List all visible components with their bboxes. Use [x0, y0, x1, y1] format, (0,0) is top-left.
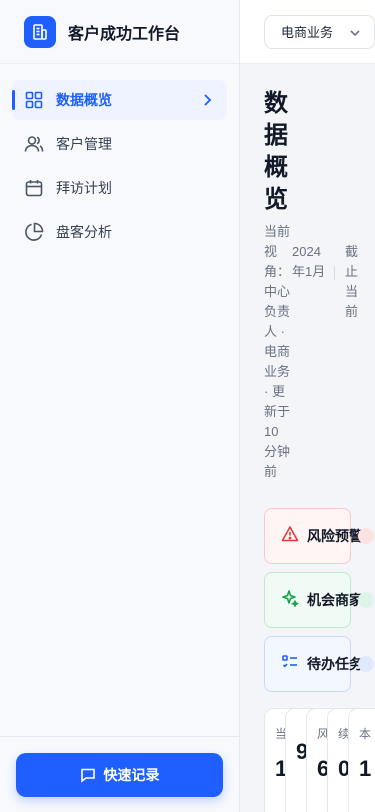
view-context-text: 当前视角：中心负责人 · 电商业务 · 更新于 10 分钟前 — [264, 224, 291, 479]
card-label: 待办任务 — [307, 656, 363, 672]
stat-label: 本 — [359, 727, 372, 741]
sidebar-footer: 快速记录 — [0, 736, 239, 812]
chevron-right-icon — [199, 92, 215, 108]
count-badge — [358, 592, 374, 608]
message-icon — [80, 767, 96, 783]
cutoff-text: 截止当前 — [345, 244, 359, 319]
count-badge — [358, 656, 374, 672]
building-icon — [24, 15, 56, 48]
chevron-down-icon — [348, 26, 362, 43]
sparkle-icon — [281, 589, 300, 612]
sidebar-nav: 数据概览 客户管理 拜访计划 盘客分析 — [0, 64, 239, 252]
page-meta: 当前视角：中心负责人 · 电商业务 · 更新于 10 分钟前 2024年1月 截… — [264, 222, 375, 482]
card-label: 风险预警 — [307, 528, 363, 544]
count-badge — [358, 528, 374, 544]
dashboard-icon — [24, 90, 44, 110]
sidebar-item-customers[interactable]: 客户管理 — [12, 124, 227, 164]
stat-card[interactable]: 本 1 — [348, 708, 375, 812]
quick-record-button[interactable]: 快速记录 — [16, 752, 223, 797]
sidebar-item-label: 盘客分析 — [56, 224, 112, 240]
content-area: 数据概览 当前视角：中心负责人 · 电商业务 · 更新于 10 分钟前 2024… — [240, 64, 375, 812]
sidebar-item-visit-plan[interactable]: 拜访计划 — [12, 168, 227, 208]
opportunity-card[interactable]: 机会商家 — [264, 572, 374, 628]
main-content: 电商业务 数据概览 当前视角：中心负责人 · 电商业务 · 更新于 10 分钟前… — [240, 0, 375, 812]
app-title: 客户成功工作台 — [68, 25, 181, 43]
sidebar: 客户成功工作台 数据概览 客户管理 拜访计划 盘客分析 快速记录 — [0, 0, 240, 812]
business-select-value: 电商业务 — [281, 25, 334, 40]
risk-alert-card[interactable]: 风险预警 — [264, 508, 374, 564]
alert-cards: 风险预警 机会商家 待办任务 — [264, 508, 375, 692]
sidebar-item-dashboard[interactable]: 数据概览 — [12, 80, 227, 120]
meta-divider — [334, 266, 335, 280]
stats-row: 当 1 9 风 6 续 0 本 1 — [264, 708, 375, 812]
sidebar-item-analysis[interactable]: 盘客分析 — [12, 212, 227, 252]
users-icon — [24, 134, 44, 154]
todo-card[interactable]: 待办任务 — [264, 636, 374, 692]
stat-value: 1 — [359, 756, 372, 781]
card-label: 机会商家 — [307, 592, 363, 608]
page-title: 数据概览 — [264, 90, 288, 213]
brand-header: 客户成功工作台 — [0, 0, 239, 64]
calendar-icon — [24, 178, 44, 198]
sidebar-item-label: 数据概览 — [56, 92, 112, 108]
warning-icon — [281, 525, 299, 548]
task-list-icon — [281, 653, 299, 676]
sidebar-item-label: 客户管理 — [56, 136, 112, 152]
quick-record-label: 快速记录 — [103, 766, 160, 783]
top-bar: 电商业务 — [240, 0, 375, 64]
pie-chart-icon — [24, 222, 44, 242]
period-date: 2024年1月 — [292, 244, 326, 279]
business-select[interactable]: 电商业务 — [264, 14, 375, 49]
sidebar-item-label: 拜访计划 — [56, 180, 112, 196]
